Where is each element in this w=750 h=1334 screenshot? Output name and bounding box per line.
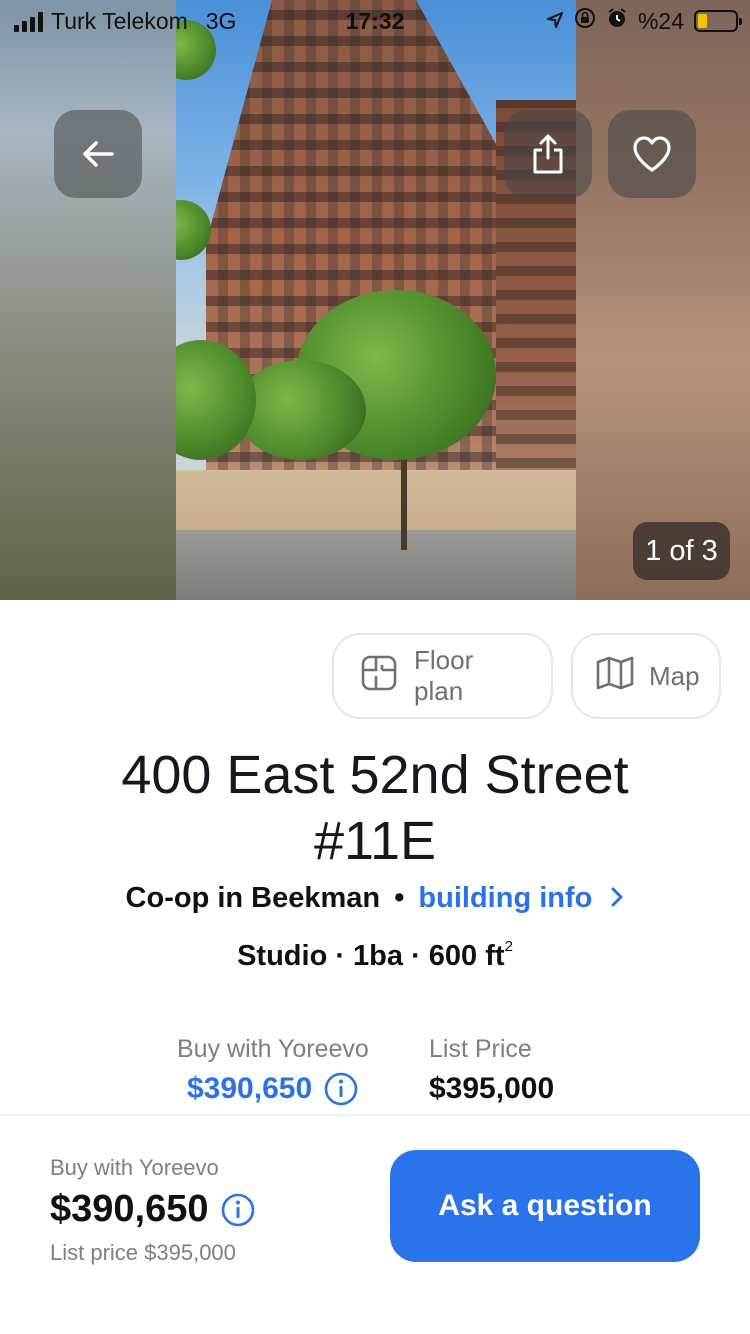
listing-title: 400 East 52nd Street #11E: [40, 742, 710, 874]
bottom-bar-label: Buy with Yoreevo: [50, 1155, 219, 1180]
back-button[interactable]: [54, 110, 142, 198]
chevron-right-icon: [610, 883, 624, 916]
listing-address: 400 East 52nd Street: [121, 745, 629, 805]
list-price-block: List Price $395,000: [429, 1035, 554, 1106]
building-info-link[interactable]: building info: [418, 882, 624, 914]
floor-plan-icon: [360, 654, 398, 699]
arrow-left-icon: [78, 134, 118, 174]
share-button[interactable]: [504, 110, 592, 198]
bottom-bar-price: $390,650: [50, 1188, 255, 1231]
photo-blur-right: [574, 0, 750, 600]
status-bar: Turk Telekom 3G 17:32 %24: [0, 0, 750, 40]
map-label: Map: [649, 660, 700, 691]
listing-type: Co-op in Beekman: [125, 882, 381, 914]
listing-photo[interactable]: 1 of 3: [0, 0, 750, 600]
yoreevo-price-label: Buy with Yoreevo: [177, 1035, 369, 1063]
photo-blur-left: [0, 0, 176, 600]
building-info-label: building info: [418, 882, 593, 914]
list-price-value: $395,000: [429, 1072, 555, 1105]
battery-percentage: %24: [637, 7, 684, 34]
alarm-icon: [606, 7, 628, 35]
bottom-bar-list-price: List price $395,000: [50, 1240, 236, 1265]
floor-plan-button[interactable]: Floor plan: [332, 633, 553, 719]
facts-text: Studio · 1ba · 600 ft: [237, 940, 505, 972]
battery-icon: [694, 10, 742, 32]
map-icon: [595, 655, 635, 698]
info-icon[interactable]: [221, 1193, 255, 1227]
yoreevo-price-value: $390,650: [187, 1072, 313, 1105]
bottom-bar-price-value: $390,650: [50, 1188, 209, 1230]
ask-question-button[interactable]: Ask a question: [390, 1150, 700, 1262]
share-icon: [528, 132, 568, 176]
listing-subtitle: Co-op in Beekman • building info: [0, 882, 750, 916]
yoreevo-price-block: Buy with Yoreevo $390,650: [177, 1035, 369, 1106]
subtitle-separator: •: [394, 882, 405, 914]
map-button[interactable]: Map: [571, 633, 721, 719]
rotation-lock-icon: [574, 7, 596, 35]
location-icon: [546, 8, 564, 35]
facts-superscript: 2: [504, 938, 513, 955]
heart-icon: [631, 134, 673, 174]
floor-plan-label: Floor plan: [414, 645, 474, 706]
building-photo: [176, 0, 576, 600]
favorite-button[interactable]: [608, 110, 696, 198]
list-price-label: List Price: [429, 1035, 532, 1063]
photo-counter: 1 of 3: [633, 522, 730, 580]
listing-unit: #11E: [313, 811, 437, 871]
info-icon[interactable]: [324, 1072, 358, 1106]
divider: [0, 1114, 750, 1116]
listing-facts: Studio · 1ba · 600 ft2: [0, 938, 750, 973]
